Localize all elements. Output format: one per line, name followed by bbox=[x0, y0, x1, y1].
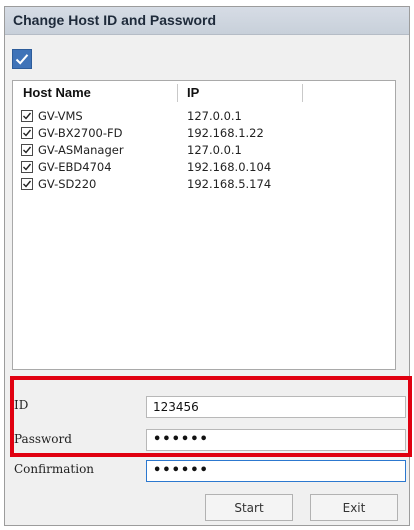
host-row[interactable]: GV-EBD4704 192.168.0.104 bbox=[13, 159, 395, 176]
host-name: GV-BX2700-FD bbox=[38, 126, 123, 140]
host-ip: 192.168.1.22 bbox=[187, 126, 264, 140]
host-name: GV-EBD4704 bbox=[38, 160, 112, 174]
checkmark-icon bbox=[23, 129, 32, 137]
host-list[interactable]: Host Name IP GV-VMS 127.0.0.1 GV-BX2700-… bbox=[12, 80, 396, 370]
checkmark-icon bbox=[23, 163, 32, 171]
highlight-annotation bbox=[10, 376, 412, 457]
list-header: Host Name IP bbox=[13, 81, 395, 105]
confirmation-label: Confirmation bbox=[14, 462, 95, 476]
column-divider[interactable] bbox=[177, 84, 178, 102]
start-button[interactable]: Start bbox=[205, 494, 293, 521]
host-checkbox[interactable] bbox=[21, 127, 33, 139]
confirmation-input[interactable]: •••••• bbox=[146, 460, 406, 482]
column-header-host-name[interactable]: Host Name bbox=[23, 85, 91, 100]
checkmark-icon bbox=[23, 146, 32, 154]
host-ip: 127.0.0.1 bbox=[187, 109, 242, 123]
host-name: GV-ASManager bbox=[38, 143, 124, 157]
host-checkbox[interactable] bbox=[21, 161, 33, 173]
column-divider[interactable] bbox=[302, 84, 303, 102]
checkmark-icon bbox=[15, 54, 29, 65]
host-name: GV-SD220 bbox=[38, 177, 97, 191]
host-ip: 127.0.0.1 bbox=[187, 143, 242, 157]
host-checkbox[interactable] bbox=[21, 110, 33, 122]
title-bar: Change Host ID and Password bbox=[5, 7, 409, 35]
select-all-checkbox[interactable] bbox=[12, 49, 32, 69]
checkmark-icon bbox=[23, 112, 32, 120]
host-row[interactable]: GV-VMS 127.0.0.1 bbox=[13, 108, 395, 125]
exit-button[interactable]: Exit bbox=[310, 494, 398, 521]
checkmark-icon bbox=[23, 180, 32, 188]
window-title: Change Host ID and Password bbox=[13, 12, 217, 28]
host-checkbox[interactable] bbox=[21, 178, 33, 190]
host-row[interactable]: GV-ASManager 127.0.0.1 bbox=[13, 142, 395, 159]
host-name: GV-VMS bbox=[38, 109, 83, 123]
host-ip: 192.168.5.174 bbox=[187, 177, 272, 191]
host-checkbox[interactable] bbox=[21, 144, 33, 156]
host-row[interactable]: GV-SD220 192.168.5.174 bbox=[13, 176, 395, 193]
host-ip: 192.168.0.104 bbox=[187, 160, 272, 174]
column-header-ip[interactable]: IP bbox=[187, 85, 199, 100]
host-row[interactable]: GV-BX2700-FD 192.168.1.22 bbox=[13, 125, 395, 142]
